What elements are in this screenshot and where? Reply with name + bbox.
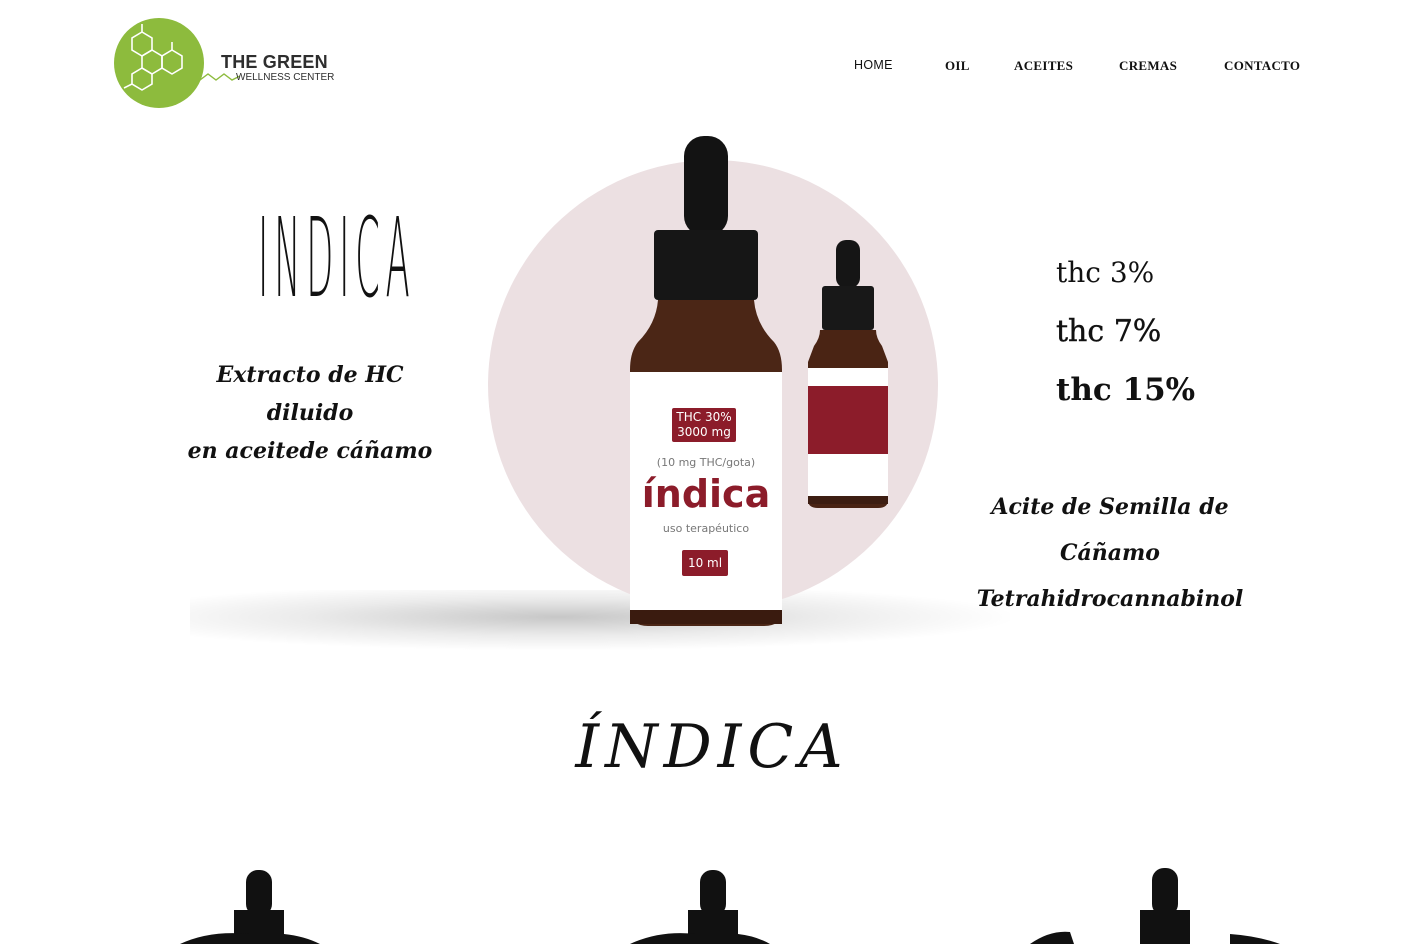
- label-product-name: índica: [641, 472, 771, 516]
- label-volume: 10 ml: [682, 550, 728, 576]
- product-shadow: [190, 590, 1010, 650]
- hero-description: Extracto de HC diluido en aceitede cáñam…: [180, 356, 440, 470]
- label-use: uso terapéutico: [662, 522, 750, 535]
- nav-cremas[interactable]: CREMAS: [1119, 58, 1177, 74]
- small-bottle-image: [806, 238, 890, 510]
- bottle-silhouette-2: [630, 870, 770, 944]
- main-nav: HOME OIL ACEITES CREMAS CONTACTO: [0, 58, 1424, 78]
- thc-option-3: thc 3%: [1056, 256, 1155, 289]
- nav-aceites[interactable]: ACEITES: [1014, 58, 1073, 74]
- thc-option-15: thc 15%: [1056, 372, 1196, 408]
- ingredient-thc: Tetrahidrocannabinol: [976, 586, 1244, 612]
- nav-home[interactable]: HOME: [854, 58, 893, 72]
- hero-title: INDICA: [258, 194, 416, 322]
- label-dose: (10 mg THC/gota): [656, 456, 756, 469]
- thc-option-7: thc 7%: [1056, 314, 1162, 349]
- section-title: ÍNDICA: [575, 712, 849, 782]
- label-badge-line1: THC 30%: [676, 410, 732, 424]
- ingredient-hemp-seed-oil: Acite de Semilla de Cáñamo: [991, 494, 1229, 566]
- bottle-silhouette-1: [180, 870, 320, 944]
- main-bottle-image: THC 30% 3000 mg (10 mg THC/gota) índica …: [628, 134, 784, 630]
- ingredients: Acite de Semilla de Cáñamo Tetrahidrocan…: [950, 484, 1270, 622]
- bottle-silhouette-3: [1030, 868, 1280, 944]
- label-badge-line2: 3000 mg: [677, 425, 731, 439]
- nav-oil[interactable]: OIL: [945, 58, 970, 74]
- label-badge-thc: THC 30% 3000 mg: [672, 408, 736, 442]
- nav-contacto[interactable]: CONTACTO: [1224, 58, 1300, 74]
- hero-description-line2: en aceitede cáñamo: [187, 438, 433, 464]
- hero-description-line1: Extracto de HC diluido: [216, 362, 404, 426]
